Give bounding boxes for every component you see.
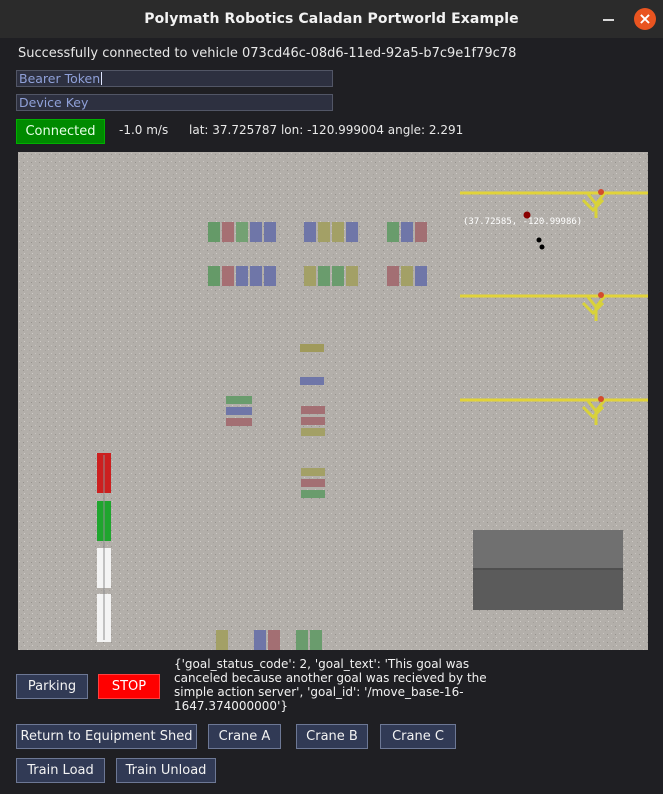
crane-c-button[interactable]: Crane C [380, 724, 456, 749]
position-readout: lat: 37.725787 lon: -120.999004 angle: 2… [189, 123, 464, 137]
train-load-button[interactable]: Train Load [16, 758, 105, 783]
minimize-button[interactable] [601, 11, 617, 27]
equipment-shed [473, 530, 623, 610]
goal-status-text: {'goal_status_code': 2, 'goal_text': 'Th… [174, 657, 487, 713]
port-map-image: (37.72585, -120.99986) [18, 152, 648, 650]
connection-status-message: Successfully connected to vehicle 073cd4… [18, 46, 517, 61]
close-button[interactable]: × [634, 8, 656, 30]
crane-b-button[interactable]: Crane B [296, 724, 368, 749]
connected-status-button[interactable]: Connected [16, 119, 105, 144]
train-unload-button[interactable]: Train Unload [116, 758, 216, 783]
return-equipment-shed-button[interactable]: Return to Equipment Shed [16, 724, 197, 749]
parking-button[interactable]: Parking [16, 674, 88, 699]
speed-readout: -1.0 m/s [119, 123, 169, 137]
bearer-token-input[interactable]: Bearer Token [16, 70, 333, 87]
crane-a-button[interactable]: Crane A [208, 724, 281, 749]
stop-button[interactable]: STOP [98, 674, 160, 699]
window-title: Polymath Robotics Caladan Portworld Exam… [144, 11, 519, 27]
vehicle-coordinate-label: (37.72585, -120.99986) [463, 217, 582, 227]
title-bar: Polymath Robotics Caladan Portworld Exam… [0, 0, 663, 38]
port-map[interactable]: (37.72585, -120.99986) [18, 152, 648, 650]
device-key-input[interactable]: Device Key [16, 94, 333, 111]
